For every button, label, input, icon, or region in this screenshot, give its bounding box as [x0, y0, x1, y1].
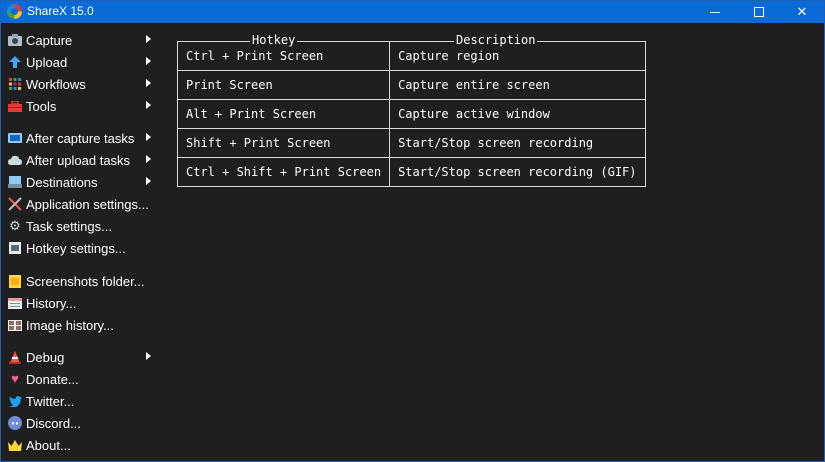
- menu-item-label: After capture tasks: [26, 130, 135, 146]
- menu-item-label: Workflows: [26, 76, 86, 92]
- submenu-arrow-icon: [146, 101, 151, 109]
- upload-arrow-icon: [8, 55, 22, 69]
- workflows-grid-icon: [8, 77, 22, 91]
- table-row[interactable]: Print Screen Capture entire screen: [176, 70, 646, 100]
- folder-icon: [8, 274, 22, 288]
- menu-item-twitter[interactable]: Twitter...: [1, 390, 159, 412]
- minimize-icon: [710, 12, 720, 13]
- table-row[interactable]: Ctrl + Print Screen Capture region: [176, 41, 646, 71]
- table-row[interactable]: Alt + Print Screen Capture active window: [176, 99, 646, 129]
- submenu-arrow-icon: [146, 35, 151, 43]
- window-title: ShareX 15.0: [27, 4, 94, 18]
- title-bar[interactable]: ShareX 15.0 ✕: [1, 1, 824, 23]
- description-cell: Capture active window: [389, 99, 646, 129]
- submenu-arrow-icon: [146, 177, 151, 185]
- maximize-button[interactable]: [737, 1, 781, 23]
- cloud-upload-icon: [8, 153, 22, 167]
- menu-item-destinations[interactable]: Destinations: [1, 171, 159, 193]
- menu-item-label: Capture: [26, 32, 73, 48]
- menu-item-label: History...: [26, 295, 77, 311]
- hotkey-table: Ctrl + Print Screen Capture region Print…: [176, 41, 646, 187]
- menu-item-label: Debug: [26, 349, 65, 365]
- menu-item-task-settings[interactable]: ⚙ Task settings...: [1, 215, 159, 237]
- sharex-logo-icon: [7, 4, 22, 19]
- keyboard-icon: [8, 241, 22, 255]
- twitter-bird-icon: [8, 394, 22, 408]
- menu-item-hotkey-settings[interactable]: Hotkey settings...: [1, 237, 159, 259]
- menu-item-discord[interactable]: Discord...: [1, 412, 159, 434]
- menu-item-label: Upload: [26, 54, 68, 70]
- menu-item-donate[interactable]: ♥ Donate...: [1, 368, 159, 390]
- hotkey-cell: Ctrl + Shift + Print Screen: [176, 157, 391, 187]
- close-icon: ✕: [796, 4, 808, 20]
- menu-item-history[interactable]: History...: [1, 292, 159, 314]
- menu-item-label: Task settings...: [26, 218, 112, 234]
- menu-item-label: Tools: [26, 98, 57, 114]
- menu-item-label: Twitter...: [26, 393, 75, 409]
- maximize-icon: [754, 7, 764, 17]
- hotkey-cell: Alt + Print Screen: [176, 99, 391, 129]
- menu-item-after-upload-tasks[interactable]: After upload tasks: [1, 149, 159, 171]
- submenu-arrow-icon: [146, 133, 151, 141]
- menu-item-label: After upload tasks: [26, 152, 131, 168]
- table-row[interactable]: Ctrl + Shift + Print Screen Start/Stop s…: [176, 157, 646, 187]
- menu-item-application-settings[interactable]: Application settings...: [1, 193, 159, 215]
- menu-item-label: Destinations: [26, 174, 98, 190]
- history-icon: [8, 296, 22, 310]
- menu-item-image-history[interactable]: Image history...: [1, 314, 159, 336]
- menu-item-workflows[interactable]: Workflows: [1, 73, 159, 95]
- close-button[interactable]: ✕: [780, 1, 824, 23]
- after-capture-icon: [8, 131, 22, 145]
- menu-item-upload[interactable]: Upload: [1, 51, 159, 73]
- hotkey-column-header: Hotkey: [250, 33, 298, 47]
- menu-item-label: Donate...: [26, 371, 79, 387]
- minimize-button[interactable]: [693, 1, 737, 23]
- description-column-header: Description: [454, 33, 538, 47]
- menu-item-tools[interactable]: Tools: [1, 95, 159, 117]
- submenu-arrow-icon: [146, 57, 151, 65]
- description-cell: Capture entire screen: [389, 70, 646, 100]
- discord-icon: [8, 416, 22, 430]
- menu-item-label: Image history...: [26, 317, 114, 333]
- menu-item-label: Discord...: [26, 415, 81, 431]
- table-row[interactable]: Shift + Print Screen Start/Stop screen r…: [176, 128, 646, 158]
- traffic-cone-icon: [8, 350, 22, 364]
- menu-item-debug[interactable]: Debug: [1, 346, 159, 368]
- menu-item-capture[interactable]: Capture: [1, 29, 159, 51]
- menu-item-after-capture-tasks[interactable]: After capture tasks: [1, 127, 159, 149]
- description-cell: Start/Stop screen recording (GIF): [389, 157, 646, 187]
- heart-icon: ♥: [11, 371, 19, 386]
- gear-icon: ⚙: [9, 218, 21, 233]
- menu-item-label: Hotkey settings...: [26, 240, 126, 256]
- menu-item-screenshots-folder[interactable]: Screenshots folder...: [1, 270, 159, 292]
- menu-item-label: About...: [26, 437, 71, 453]
- sharex-main-window: ShareX 15.0 ✕ Capture Upload Workflows T…: [0, 0, 825, 462]
- menu-item-about[interactable]: About...: [1, 434, 159, 456]
- submenu-arrow-icon: [146, 352, 151, 360]
- wrench-screwdriver-icon: [8, 197, 22, 211]
- menu-item-label: Screenshots folder...: [26, 273, 145, 289]
- crown-icon: [8, 438, 22, 452]
- hotkey-cell: Print Screen: [176, 70, 391, 100]
- destinations-icon: [8, 175, 22, 189]
- submenu-arrow-icon: [146, 79, 151, 87]
- submenu-arrow-icon: [146, 155, 151, 163]
- toolbox-icon: [8, 99, 22, 113]
- hotkey-cell: Shift + Print Screen: [176, 128, 391, 158]
- image-history-icon: [8, 318, 22, 332]
- camera-icon: [8, 33, 22, 47]
- description-cell: Start/Stop screen recording: [389, 128, 646, 158]
- menu-item-label: Application settings...: [26, 196, 149, 212]
